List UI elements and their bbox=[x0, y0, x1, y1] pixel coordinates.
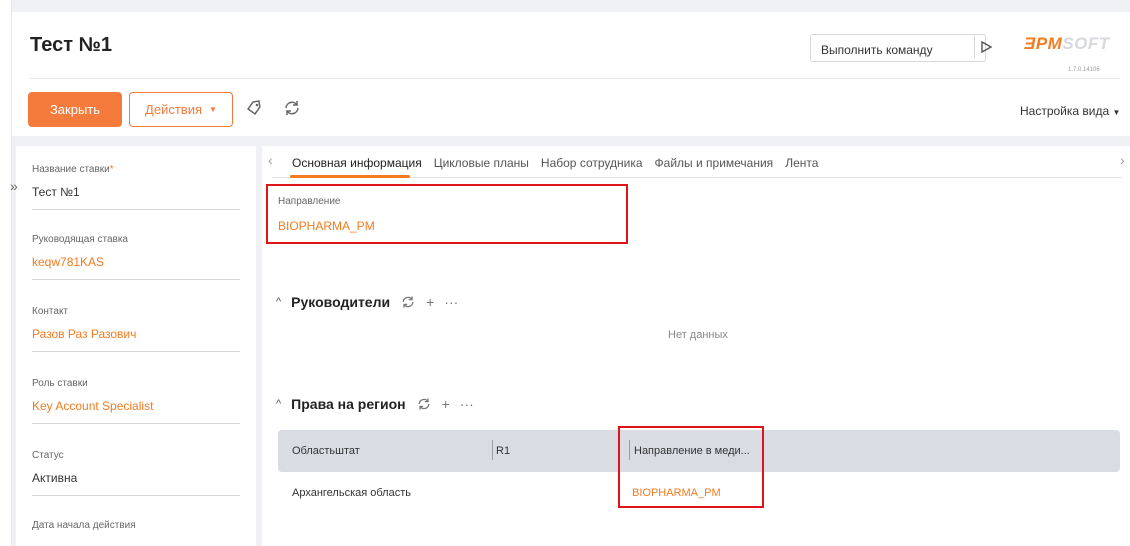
refresh-icon[interactable] bbox=[400, 294, 416, 310]
view-settings-menu[interactable]: Настройка вида ▼ bbox=[1020, 104, 1120, 118]
column-header-r1[interactable]: R1 bbox=[496, 445, 510, 457]
lead-rate-field[interactable]: Руководящая ставка keqw781KAS bbox=[32, 234, 240, 280]
add-icon[interactable]: + bbox=[442, 396, 450, 412]
highlight-box bbox=[618, 426, 764, 508]
close-button[interactable]: Закрыть bbox=[28, 92, 122, 127]
refresh-icon[interactable] bbox=[282, 98, 302, 118]
section-title: Права на регион bbox=[291, 396, 406, 412]
field-label: Контакт bbox=[32, 306, 69, 317]
command-input[interactable]: Выполнить команду bbox=[810, 34, 986, 62]
left-navigation-strip bbox=[0, 0, 12, 546]
rate-role-field[interactable]: Роль ставки Key Account Specialist bbox=[32, 378, 240, 424]
chevron-down-icon: ▼ bbox=[209, 105, 217, 114]
rate-name-field[interactable]: Название ставки* Тест №1 bbox=[32, 164, 240, 210]
view-settings-label: Настройка вида bbox=[1020, 104, 1110, 118]
column-header-region[interactable]: Областьштат bbox=[292, 445, 360, 457]
chevron-left-icon[interactable]: ‹ bbox=[268, 152, 273, 168]
tab-bar: Основная информация Цикловые планы Набор… bbox=[292, 156, 818, 170]
main-content-panel: ‹ Основная информация Цикловые планы Наб… bbox=[262, 146, 1130, 546]
highlight-box bbox=[266, 184, 628, 244]
region-rights-section-header: ^ Права на регион + ··· bbox=[276, 396, 474, 412]
chevron-up-icon[interactable]: ^ bbox=[276, 296, 281, 308]
refresh-icon[interactable] bbox=[416, 396, 432, 412]
actions-button-label: Действия bbox=[145, 102, 203, 117]
field-value[interactable]: Тест №1 bbox=[32, 185, 240, 210]
double-chevron-right-icon[interactable]: » bbox=[10, 178, 18, 194]
tag-icon[interactable] bbox=[244, 98, 264, 118]
left-details-panel: Название ставки* Тест №1 Руководящая ста… bbox=[16, 146, 256, 546]
field-label: Дата начала действия bbox=[32, 520, 136, 531]
chevron-right-icon[interactable]: › bbox=[1120, 152, 1125, 168]
play-triangle-icon bbox=[981, 41, 992, 53]
start-date-field[interactable]: Дата начала действия bbox=[32, 520, 240, 531]
tab-feed[interactable]: Лента bbox=[785, 156, 818, 170]
field-value-link[interactable]: Key Account Specialist bbox=[32, 399, 240, 424]
field-value-link[interactable]: keqw781KAS bbox=[32, 255, 240, 280]
tab-files-notes[interactable]: Файлы и примечания bbox=[655, 156, 774, 170]
page-title: Тест №1 bbox=[30, 34, 112, 56]
actions-button[interactable]: Действия ▼ bbox=[129, 92, 233, 127]
chevron-down-icon: ▼ bbox=[1112, 108, 1121, 117]
field-value-link[interactable]: Разов Раз Разович bbox=[32, 327, 240, 352]
column-separator[interactable] bbox=[492, 440, 493, 460]
add-icon[interactable]: + bbox=[426, 294, 434, 310]
field-label: Статус bbox=[32, 450, 64, 461]
contact-field[interactable]: Контакт Разов Раз Разович bbox=[32, 306, 240, 352]
more-icon[interactable]: ··· bbox=[444, 294, 458, 310]
bpmsoft-logo: ƎPMSOFT bbox=[1024, 34, 1110, 53]
version-label: 1.7.0.14106 bbox=[1068, 67, 1100, 73]
tab-cycle-plans[interactable]: Цикловые планы bbox=[434, 156, 529, 170]
field-label: Руководящая ставка bbox=[32, 234, 128, 245]
field-label: Название ставки* bbox=[32, 164, 114, 175]
field-label: Роль ставки bbox=[32, 378, 88, 389]
section-title: Руководители bbox=[291, 294, 391, 310]
tab-employee-set[interactable]: Набор сотрудника bbox=[541, 156, 643, 170]
page-header: Тест №1 Выполнить команду ƎPMSOFT 1.7.0.… bbox=[12, 12, 1130, 136]
tab-main-info[interactable]: Основная информация bbox=[292, 156, 422, 170]
more-icon[interactable]: ··· bbox=[460, 396, 474, 412]
managers-section-header: ^ Руководители + ··· bbox=[276, 294, 458, 310]
status-field[interactable]: Статус Активна bbox=[32, 450, 240, 496]
field-value[interactable]: Активна bbox=[32, 471, 240, 496]
empty-state-text: Нет данных bbox=[668, 329, 728, 341]
header-divider bbox=[30, 78, 1120, 79]
cell-region: Архангельская область bbox=[292, 487, 411, 499]
chevron-up-icon[interactable]: ^ bbox=[276, 398, 281, 410]
active-tab-indicator bbox=[290, 175, 410, 178]
run-command-button[interactable] bbox=[974, 36, 992, 58]
